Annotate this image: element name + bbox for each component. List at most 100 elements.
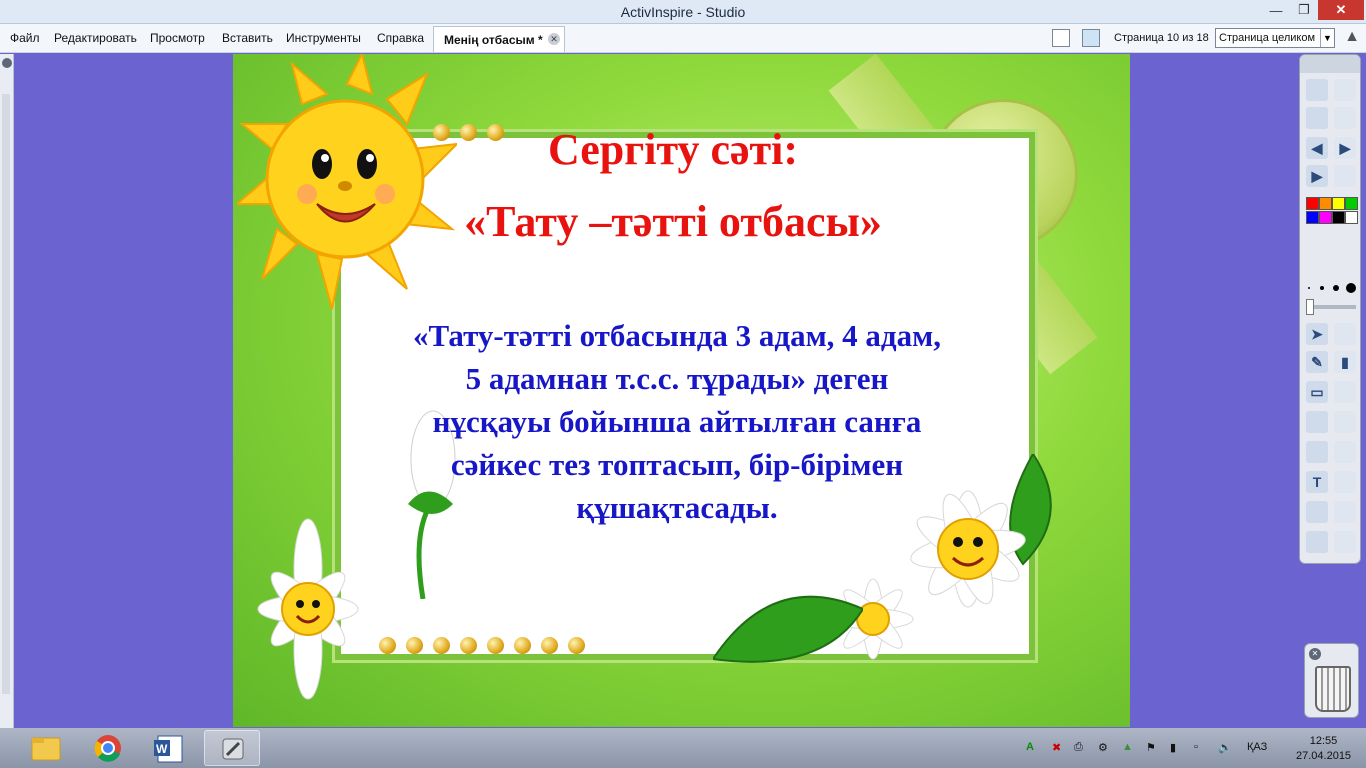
tools-icon[interactable] <box>1334 323 1356 345</box>
menu-view[interactable]: Просмотр <box>150 31 205 45</box>
menu-file[interactable]: Файл <box>10 31 40 45</box>
bead-decoration <box>568 637 585 654</box>
toolbox-settings-icon[interactable] <box>1334 107 1356 129</box>
previous-page-icon[interactable]: ◀ <box>1306 137 1328 159</box>
eraser-icon[interactable]: ▭ <box>1306 381 1328 403</box>
color-swatch[interactable] <box>1319 211 1332 224</box>
color-swatch[interactable] <box>1319 197 1332 210</box>
chrome-button[interactable] <box>80 730 136 766</box>
color-swatch[interactable] <box>1332 197 1345 210</box>
document-tab[interactable]: Менің отбасым * ✕ <box>433 26 565 52</box>
desktop-annotate-icon[interactable] <box>1306 107 1328 129</box>
handwriting-icon[interactable] <box>1306 501 1328 523</box>
activinspire-button[interactable] <box>204 730 260 766</box>
shape-icon[interactable] <box>1306 411 1328 433</box>
grid-icon[interactable] <box>1334 471 1356 493</box>
battery-icon[interactable]: ▮ <box>1170 741 1176 754</box>
pen-width-dots[interactable] <box>1306 283 1356 293</box>
title-bar: ActivInspire - Studio — ❐ ✕ <box>0 0 1366 24</box>
language-indicator[interactable]: ҚАЗ <box>1247 741 1267 753</box>
connector-icon[interactable] <box>1334 411 1356 433</box>
maximize-button[interactable]: ❐ <box>1290 0 1318 20</box>
menu-tools[interactable]: Инструменты <box>286 31 361 45</box>
svg-text:W: W <box>156 742 168 756</box>
page-indicator: Страница 10 из 18 <box>1114 32 1209 44</box>
bead-decoration <box>406 637 423 654</box>
bead-decoration <box>460 637 477 654</box>
word-button[interactable]: W <box>142 730 198 766</box>
close-button[interactable]: ✕ <box>1318 0 1364 20</box>
snowflake-icon[interactable] <box>1082 29 1100 47</box>
remove-icon[interactable]: ✖ <box>1052 741 1061 754</box>
reset-icon[interactable] <box>1334 165 1356 187</box>
flipchart-page: Сергіту сәті: «Тату –тәтті отбасы» «Тату… <box>233 54 1130 727</box>
width-slider[interactable] <box>1306 299 1356 315</box>
antivirus-icon[interactable]: A <box>1026 741 1034 753</box>
flag-icon[interactable]: ⚑ <box>1146 741 1156 754</box>
zoom-value: Страница целиком <box>1219 32 1316 44</box>
color-swatch[interactable] <box>1332 211 1345 224</box>
menu-help[interactable]: Справка <box>377 31 424 45</box>
menu-edit[interactable]: Редактировать <box>54 31 137 45</box>
tab-close-icon[interactable]: ✕ <box>548 33 560 45</box>
menu-insert[interactable]: Вставить <box>222 31 273 45</box>
activinspire-icon <box>222 738 244 760</box>
slide-title-line1: Сергіту сәті: <box>547 125 799 174</box>
nvidia-icon[interactable]: ▲ <box>1122 741 1133 753</box>
left-dock <box>0 54 14 730</box>
play-icon[interactable]: ▶ <box>1306 165 1328 187</box>
printer-icon[interactable]: ⎙ <box>1074 741 1083 754</box>
page-browser-icon[interactable] <box>1052 29 1070 47</box>
media-icon[interactable] <box>1334 441 1356 463</box>
bead-decoration <box>433 637 450 654</box>
signal-icon[interactable]: ▫ <box>1194 741 1198 753</box>
page-browser-icon[interactable] <box>1334 79 1356 101</box>
menu-bar: Файл Редактировать Просмотр Вставить Инс… <box>0 24 1366 53</box>
main-menu-icon[interactable] <box>1306 79 1328 101</box>
pin-icon[interactable]: ▲ <box>1343 29 1361 47</box>
bead-decoration <box>487 637 504 654</box>
select-icon[interactable]: ➤ <box>1306 323 1328 345</box>
color-swatch[interactable] <box>1345 197 1358 210</box>
read-icon[interactable] <box>1334 501 1356 523</box>
toolbox-header <box>1300 55 1360 73</box>
chrome-icon <box>94 735 121 762</box>
minimize-button[interactable]: — <box>1262 0 1290 20</box>
text-icon[interactable]: T <box>1306 471 1328 493</box>
color-swatch[interactable] <box>1345 211 1358 224</box>
bead-decoration <box>541 637 558 654</box>
network-tool-icon[interactable]: ⚙ <box>1098 741 1108 754</box>
close-icon[interactable]: ✕ <box>1309 648 1321 660</box>
trash-panel: ✕ <box>1304 643 1359 718</box>
left-scrollbar[interactable] <box>2 94 10 694</box>
web-icon[interactable] <box>1306 531 1328 553</box>
clock-time: 12:55 <box>1309 735 1338 747</box>
document-tab-label: Менің отбасым * <box>444 33 543 47</box>
leaf-decoration <box>713 595 863 663</box>
clock[interactable]: 12:55 27.04.2015 <box>1296 734 1351 764</box>
word-icon: W <box>154 735 183 763</box>
slide-body-text: «Тату-тәтті отбасында 3 адам, 4 адам, 5 … <box>413 318 941 525</box>
fill-icon[interactable] <box>1334 381 1356 403</box>
color-swatch[interactable] <box>1306 211 1319 224</box>
next-page-icon[interactable]: ▶ <box>1334 137 1356 159</box>
slider-thumb[interactable] <box>1306 299 1314 315</box>
explorer-button[interactable] <box>18 730 74 766</box>
folder-icon <box>31 737 61 761</box>
smiling-sun-decoration <box>237 54 457 310</box>
daisy-decoration <box>257 518 359 700</box>
pin-icon[interactable] <box>2 58 12 68</box>
color-swatch[interactable] <box>1306 197 1319 210</box>
spell-icon[interactable] <box>1334 531 1356 553</box>
bead-decoration <box>514 637 531 654</box>
zoom-select[interactable]: Страница целиком ▼ <box>1215 28 1335 48</box>
clock-date: 27.04.2015 <box>1296 750 1352 762</box>
trash-icon[interactable] <box>1315 666 1351 712</box>
camera-icon[interactable] <box>1306 441 1328 463</box>
highlighter-icon[interactable]: ▮ <box>1334 351 1356 373</box>
main-toolbox: ◀ ▶ ▶ ➤ ✎ ▮ ▭ T <box>1299 54 1361 564</box>
pen-icon[interactable]: ✎ <box>1306 351 1328 373</box>
window-title: ActivInspire - Studio <box>620 4 746 20</box>
volume-icon[interactable]: 🔈 <box>1218 741 1232 754</box>
slide-title-line2: «Тату –тәтті отбасы» <box>464 197 882 246</box>
